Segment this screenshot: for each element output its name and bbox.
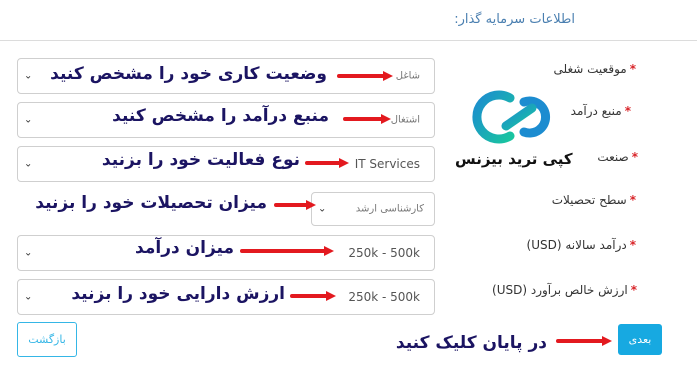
- logo-text: کپی ترید بیزنس: [455, 150, 573, 168]
- annotation-education: میزان تحصیلات خود را بزنید: [35, 193, 267, 213]
- next-button[interactable]: بعدی: [618, 324, 662, 355]
- chevron-down-icon: ⌄: [24, 70, 33, 82]
- back-button[interactable]: بازگشت: [17, 322, 77, 357]
- arrow-icon: [556, 336, 612, 346]
- label-income-source: *منبع درآمد: [570, 104, 631, 118]
- annotation-income: میزان درآمد: [135, 238, 234, 258]
- annotation-job-status: وضعیت کاری خود را مشخص کنید: [50, 64, 327, 84]
- arrow-icon: [305, 158, 349, 168]
- label-education-level: *سطح تحصیلات: [551, 193, 636, 207]
- arrow-icon: [337, 71, 393, 81]
- divider: [0, 40, 697, 41]
- arrow-icon: [343, 114, 391, 124]
- annotation-click-next: در پایان کلیک کنید: [395, 333, 547, 353]
- section-title: اطلاعات سرمایه گذار:: [454, 12, 575, 27]
- chevron-down-icon: ⌄: [24, 158, 33, 170]
- annotation-income-source: منبع درآمد را مشخص کنید: [112, 106, 329, 126]
- label-job-position: *موقعیت شغلی: [553, 62, 636, 76]
- chevron-down-icon: ⌄: [24, 291, 33, 303]
- label-net-worth: *ارزش خالص برآورد (USD): [492, 283, 637, 297]
- education-level-select[interactable]: ⌄ کارشناسی ارشد: [311, 192, 435, 226]
- annotation-industry: نوع فعالیت خود را بزنید: [101, 150, 300, 170]
- annotation-net-worth: ارزش دارایی خود را بزنید: [71, 284, 285, 304]
- chevron-down-icon: ⌄: [24, 114, 33, 126]
- label-annual-income: *درآمد سالانه (USD): [526, 238, 636, 252]
- arrow-icon: [240, 246, 334, 256]
- arrow-icon: [290, 291, 336, 301]
- label-industry: *صنعت: [597, 150, 638, 164]
- copy-trade-logo-icon: [472, 90, 550, 144]
- arrow-icon: [274, 200, 316, 210]
- chevron-down-icon: ⌄: [24, 247, 33, 259]
- chevron-down-icon: ⌄: [318, 203, 327, 215]
